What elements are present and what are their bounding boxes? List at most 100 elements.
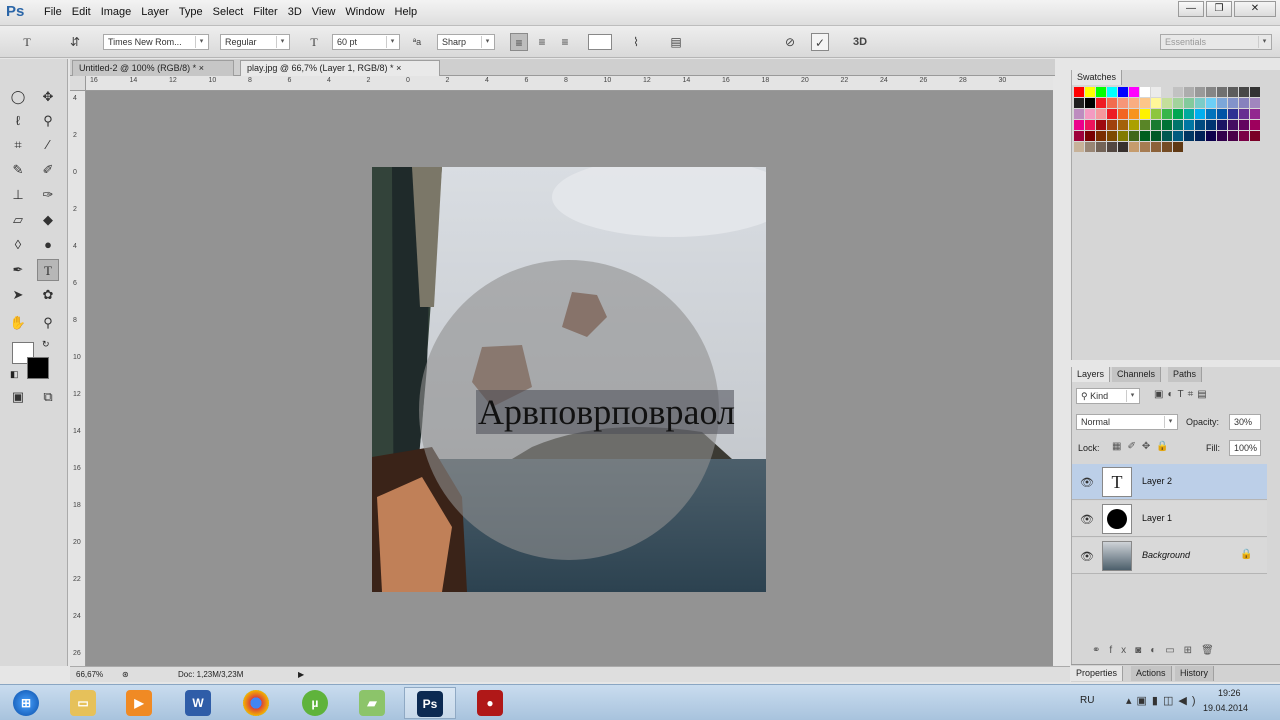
tab-paths[interactable]: Paths bbox=[1168, 367, 1203, 382]
color-swatch[interactable] bbox=[1206, 120, 1216, 130]
align-center-icon[interactable]: ≡ bbox=[533, 33, 551, 51]
color-swatch[interactable] bbox=[1129, 98, 1139, 108]
tab-channels[interactable]: Channels bbox=[1112, 367, 1162, 382]
color-swatch[interactable] bbox=[1217, 109, 1227, 119]
close-tab-icon[interactable]: × bbox=[396, 63, 401, 73]
color-swatch[interactable] bbox=[1239, 87, 1249, 97]
color-swatch[interactable] bbox=[1085, 87, 1095, 97]
media-player-icon[interactable]: ▶ bbox=[113, 687, 165, 719]
pen-icon[interactable]: ✒ bbox=[7, 259, 29, 281]
layer-filter-icons[interactable]: ▣◐T⌗▤ bbox=[1154, 389, 1211, 400]
color-swatch[interactable] bbox=[1140, 131, 1150, 141]
color-swatch[interactable] bbox=[1173, 120, 1183, 130]
color-swatch[interactable] bbox=[1096, 142, 1106, 152]
history-brush-icon[interactable]: ✑ bbox=[37, 184, 59, 206]
color-swatch[interactable] bbox=[1151, 87, 1161, 97]
horizontal-ruler[interactable]: 16 14 12 10 8 6 4 2 0 2 4 6 8 10 12 14 16 18 20 22 24 26 28 30 bbox=[86, 76, 1053, 91]
color-swatch[interactable] bbox=[1217, 98, 1227, 108]
color-swatch[interactable] bbox=[1129, 131, 1139, 141]
color-swatch[interactable] bbox=[1228, 131, 1238, 141]
background-color-swatch[interactable] bbox=[27, 357, 49, 379]
lock-icons[interactable]: ▦✐✥🔒 bbox=[1112, 441, 1175, 452]
status-menu-icon[interactable]: ▶ bbox=[298, 667, 304, 682]
color-swatch[interactable] bbox=[1195, 131, 1205, 141]
color-swatch[interactable] bbox=[1107, 87, 1117, 97]
color-swatch[interactable] bbox=[1195, 120, 1205, 130]
eye-icon[interactable]: 👁 bbox=[1080, 550, 1094, 563]
color-swatch[interactable] bbox=[1162, 87, 1172, 97]
color-swatch[interactable] bbox=[1206, 87, 1216, 97]
eye-icon[interactable]: 👁 bbox=[1080, 513, 1094, 526]
menu-layer[interactable]: Layer bbox=[141, 6, 179, 18]
color-swatch[interactable] bbox=[1096, 98, 1106, 108]
color-swatch[interactable] bbox=[1239, 109, 1249, 119]
paint-bucket-icon[interactable]: ◆ bbox=[37, 209, 59, 231]
color-swatch[interactable] bbox=[1184, 109, 1194, 119]
tab-properties[interactable]: Properties bbox=[1071, 666, 1124, 681]
quick-mask-icon[interactable]: ▣ bbox=[7, 386, 29, 408]
color-swatch[interactable] bbox=[1162, 109, 1172, 119]
color-swatch[interactable] bbox=[1129, 120, 1139, 130]
color-swatch[interactable] bbox=[1151, 120, 1161, 130]
hand-icon[interactable]: ✋ bbox=[7, 312, 29, 334]
close-button[interactable]: ✕ bbox=[1234, 1, 1276, 17]
word-icon[interactable]: W bbox=[172, 687, 224, 719]
commit-edit-icon[interactable]: ✓ bbox=[811, 33, 829, 51]
color-swatch[interactable] bbox=[1118, 142, 1128, 152]
color-swatch[interactable] bbox=[1107, 109, 1117, 119]
color-swatch[interactable] bbox=[1250, 87, 1260, 97]
color-swatch[interactable] bbox=[1118, 109, 1128, 119]
color-swatch[interactable] bbox=[1096, 109, 1106, 119]
font-size-select[interactable]: 60 pt ▾ bbox=[332, 34, 400, 50]
elliptical-marquee-icon[interactable]: ◯ bbox=[7, 86, 29, 108]
color-swatch[interactable] bbox=[1173, 87, 1183, 97]
color-swatch[interactable] bbox=[1118, 87, 1128, 97]
color-swatch[interactable] bbox=[1228, 98, 1238, 108]
text-orientation-icon[interactable]: ⇵ bbox=[66, 33, 84, 51]
color-swatch[interactable] bbox=[1184, 98, 1194, 108]
fill-input[interactable]: 100% bbox=[1229, 440, 1261, 456]
font-family-select[interactable]: Times New Rom... ▾ bbox=[103, 34, 209, 50]
type-tool-icon[interactable]: T bbox=[37, 259, 59, 281]
menu-help[interactable]: Help bbox=[395, 6, 428, 18]
path-selection-icon[interactable]: ➤ bbox=[7, 284, 29, 306]
color-swatch[interactable] bbox=[1250, 120, 1260, 130]
color-swatch[interactable] bbox=[1228, 120, 1238, 130]
start-button[interactable]: ⊞ bbox=[0, 687, 52, 719]
color-swatch[interactable] bbox=[1096, 131, 1106, 141]
color-swatch[interactable] bbox=[1173, 142, 1183, 152]
color-swatch[interactable] bbox=[1140, 142, 1150, 152]
brush-icon[interactable]: ✐ bbox=[37, 159, 59, 181]
color-swatch[interactable] bbox=[1195, 87, 1205, 97]
align-right-icon[interactable]: ≡ bbox=[556, 33, 574, 51]
color-swatch[interactable] bbox=[1140, 87, 1150, 97]
color-swatch[interactable] bbox=[1107, 142, 1117, 152]
color-swatch[interactable] bbox=[1129, 109, 1139, 119]
color-swatch[interactable] bbox=[1217, 131, 1227, 141]
tab-untitled-2[interactable]: Untitled-2 @ 100% (RGB/8) * × bbox=[72, 60, 234, 76]
color-swatch[interactable] bbox=[1195, 98, 1205, 108]
eye-icon[interactable]: 👁 bbox=[1080, 476, 1094, 489]
color-swatch[interactable] bbox=[1107, 98, 1117, 108]
color-swatch[interactable] bbox=[1206, 131, 1216, 141]
canvas-text[interactable]: Арвповрповраол bbox=[478, 392, 735, 432]
quick-selection-icon[interactable]: ⚲ bbox=[37, 110, 59, 132]
antialias-select[interactable]: Sharp ▾ bbox=[437, 34, 495, 50]
swap-colors-icon[interactable]: ↻ bbox=[42, 339, 50, 350]
explorer-icon[interactable]: ▭ bbox=[57, 687, 109, 719]
color-swatch[interactable] bbox=[1184, 131, 1194, 141]
healing-brush-icon[interactable]: ✎ bbox=[7, 159, 29, 181]
tab-actions[interactable]: Actions bbox=[1131, 666, 1172, 681]
eyedropper-icon[interactable]: ⁄ bbox=[37, 134, 59, 156]
color-swatch[interactable] bbox=[1107, 120, 1117, 130]
tray-icons[interactable]: ▴▣▮◫◀) bbox=[1126, 694, 1200, 707]
menu-filter[interactable]: Filter bbox=[253, 6, 287, 18]
color-swatch[interactable] bbox=[1074, 131, 1084, 141]
color-swatch[interactable] bbox=[1250, 131, 1260, 141]
color-swatch[interactable] bbox=[1239, 98, 1249, 108]
color-swatch[interactable] bbox=[1151, 109, 1161, 119]
photoshop-taskbar-icon[interactable]: Ps bbox=[404, 687, 456, 719]
menu-window[interactable]: Window bbox=[345, 6, 394, 18]
tab-history[interactable]: History bbox=[1175, 666, 1215, 681]
menu-file[interactable]: File bbox=[44, 6, 72, 18]
